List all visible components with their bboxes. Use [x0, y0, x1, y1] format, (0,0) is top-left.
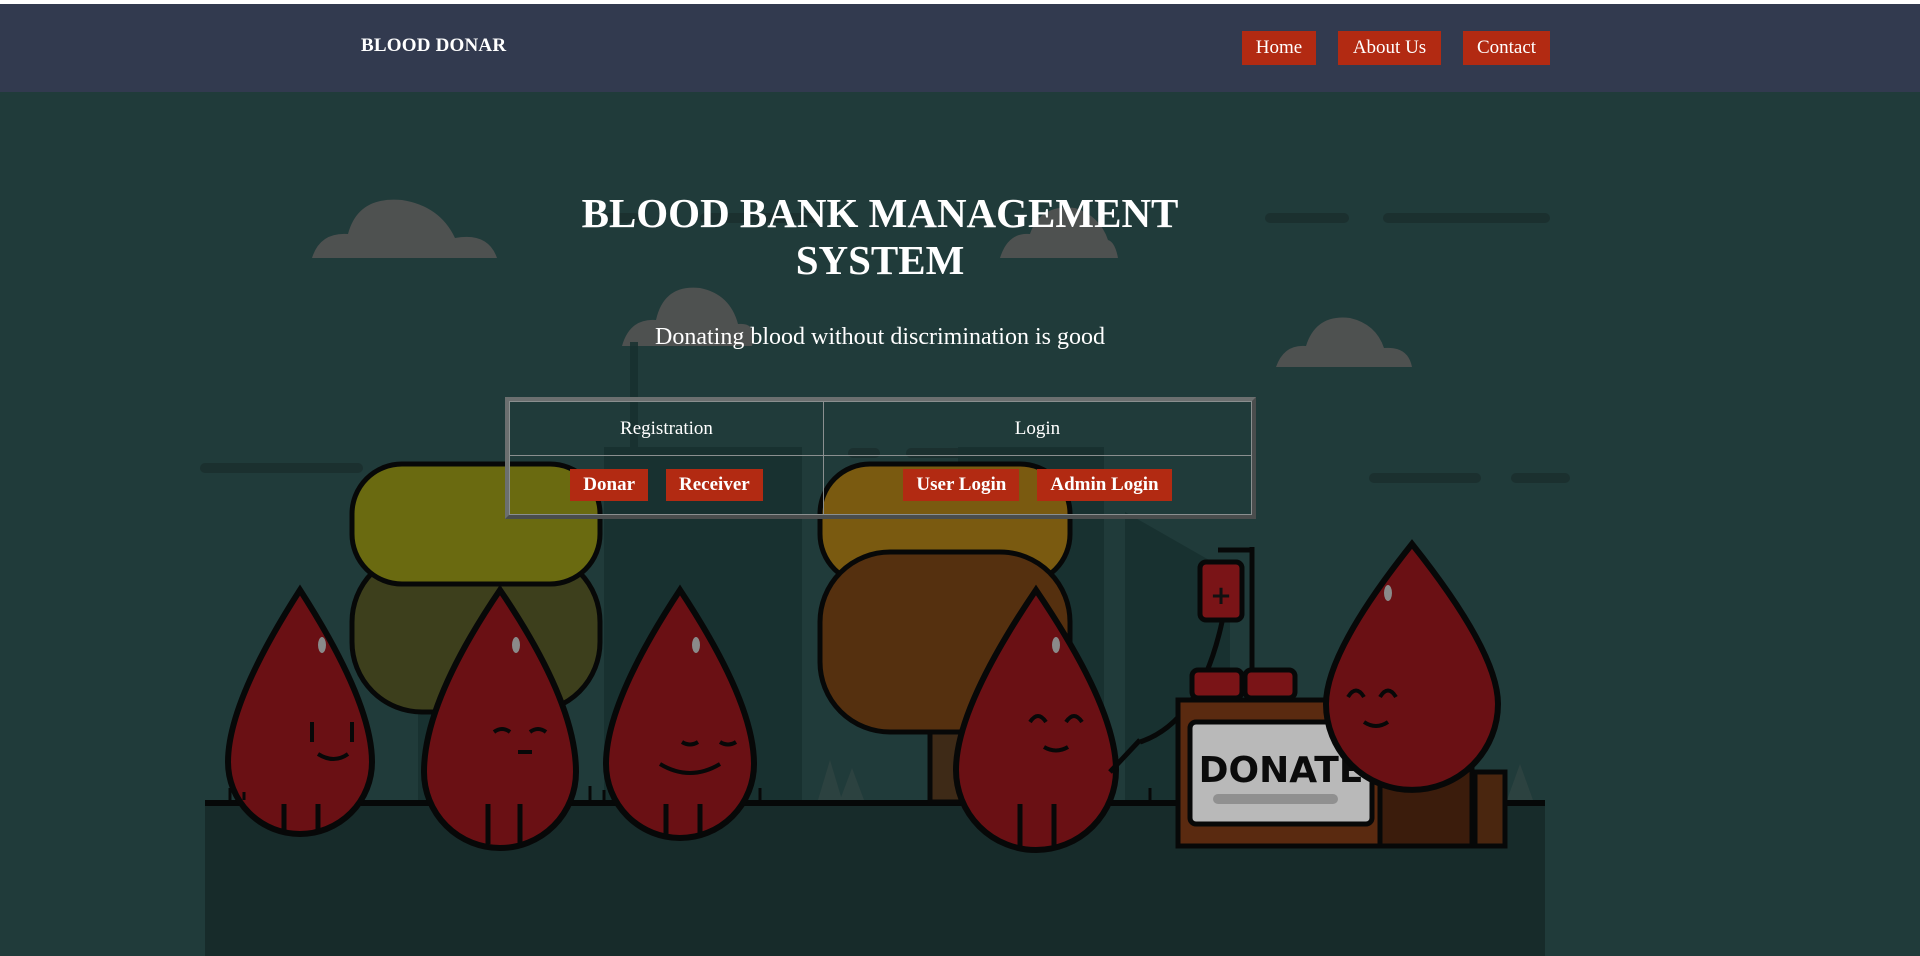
nav-home-button[interactable]: Home — [1242, 31, 1316, 65]
page-title-line-1: BLOOD BANK MANAGEMENT — [581, 190, 1179, 236]
page-subtitle: Donating blood without discrimination is… — [655, 324, 1105, 350]
svg-text:+: + — [1210, 581, 1232, 611]
brand-logo-text[interactable]: BLOOD DONAR — [361, 35, 506, 57]
nav-about-button[interactable]: About Us — [1338, 31, 1441, 65]
login-header: Login — [823, 401, 1252, 456]
page-title-line-2: SYSTEM — [795, 237, 965, 283]
login-cell: User Login Admin Login — [823, 455, 1252, 515]
admin-login-button[interactable]: Admin Login — [1037, 469, 1172, 501]
nav-contact-button[interactable]: Contact — [1463, 31, 1550, 65]
user-login-button[interactable]: User Login — [903, 469, 1020, 501]
registration-header: Registration — [509, 401, 824, 456]
action-table: Registration Login Donar Receiver User Lo… — [509, 401, 1252, 515]
donar-register-button[interactable]: Donar — [570, 469, 649, 501]
navbar: BLOOD DONAR Home About Us Contact — [0, 4, 1920, 92]
receiver-register-button[interactable]: Receiver — [666, 469, 763, 501]
donate-sign-text: DONATE — [1199, 750, 1364, 791]
action-panel: Registration Login Donar Receiver User Lo… — [505, 397, 1256, 519]
hero-section: + DONATE BLOOD BANK MANAGEMENT SYSTEM Do… — [0, 92, 1920, 956]
page-title: BLOOD BANK MANAGEMENT SYSTEM — [540, 190, 1220, 284]
registration-cell: Donar Receiver — [509, 455, 824, 515]
